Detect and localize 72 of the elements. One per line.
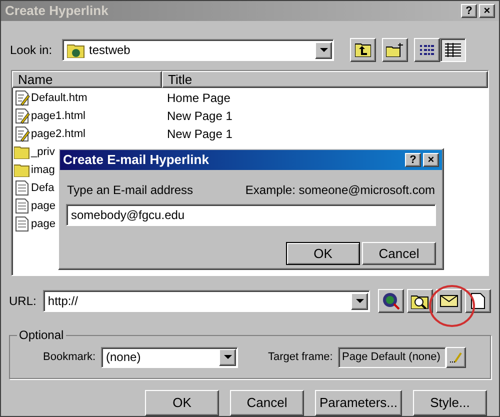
list-view-icon	[419, 44, 435, 56]
page-pencil-icon	[14, 108, 30, 124]
highlight-circle	[428, 284, 476, 328]
file-title: New Page 1	[166, 108, 232, 125]
email-button[interactable]	[436, 289, 462, 313]
file-name[interactable]: Default.htm	[31, 90, 88, 106]
new-folder-icon	[386, 43, 404, 57]
browse-file-button[interactable]	[407, 289, 433, 313]
url-value: http://	[48, 293, 79, 310]
details-view-icon	[445, 43, 461, 57]
file-name[interactable]: imag	[31, 162, 55, 178]
up-folder-button[interactable]	[350, 38, 376, 62]
bookmark-dropdown[interactable]: (none)	[101, 346, 238, 368]
folder-magnifier-icon	[411, 293, 429, 309]
file-title: New Page 1	[166, 126, 232, 143]
dialog-title: Create E-mail Hyperlink	[63, 151, 210, 170]
dropdown-button[interactable]	[219, 348, 236, 366]
file-name[interactable]: _priv	[31, 144, 55, 160]
page-icon	[14, 198, 30, 214]
file-title: Home Page	[166, 90, 230, 107]
caret-icon	[224, 355, 232, 359]
bookmark-label: Bookmark:	[43, 350, 97, 365]
column-header[interactable]: Title	[162, 71, 488, 88]
dialog-button[interactable]: Cancel	[230, 390, 304, 416]
dialog-button[interactable]: Style...	[413, 390, 487, 416]
email-example: Example: someone@microsoft.com	[245, 182, 435, 199]
window-title: Create Hyperlink	[5, 2, 110, 20]
web-folder-icon	[67, 42, 85, 58]
globe-magnifier-icon	[382, 292, 400, 310]
close-button[interactable]: ×	[423, 153, 439, 167]
dialog-button[interactable]: Cancel	[362, 242, 436, 265]
url-label: URL:	[9, 293, 38, 310]
target-frame-field: Page Default (none)	[338, 346, 446, 368]
help-button[interactable]: ?	[461, 4, 477, 18]
file-name[interactable]: Defa	[31, 180, 54, 196]
target-frame-label: Target frame:	[268, 350, 334, 365]
dialog-button[interactable]: OK	[286, 242, 360, 265]
file-name[interactable]: page1.html	[31, 108, 86, 124]
dropdown-button[interactable]	[351, 292, 368, 310]
page-icon	[14, 216, 30, 232]
dialog-button[interactable]: OK	[145, 390, 219, 416]
folder-icon	[14, 163, 30, 177]
look-in-label: Look in:	[10, 42, 54, 59]
url-field[interactable]: http://	[42, 290, 370, 312]
details-view-button[interactable]	[440, 38, 466, 62]
file-name[interactable]: page	[31, 198, 56, 214]
edit-target-button[interactable]	[446, 346, 466, 368]
page-pencil-icon	[14, 90, 30, 106]
look-in-value: testweb	[89, 42, 132, 59]
new-folder-button[interactable]	[382, 38, 408, 62]
page-pencil-icon	[14, 126, 30, 142]
caret-icon	[320, 48, 328, 52]
email-field[interactable]: somebody@fgcu.edu	[66, 204, 436, 226]
new-page-button[interactable]	[465, 289, 491, 313]
up-folder-icon	[355, 43, 371, 57]
look-in-dropdown[interactable]: testweb	[62, 39, 334, 61]
file-name[interactable]: page	[31, 216, 56, 232]
close-button[interactable]: ×	[479, 4, 495, 18]
email-prompt: Type an E-mail address	[67, 182, 194, 199]
dropdown-button[interactable]	[315, 42, 332, 58]
help-button[interactable]: ?	[405, 153, 421, 167]
file-name[interactable]: page2.html	[31, 126, 86, 142]
browse-web-button[interactable]	[378, 289, 404, 313]
envelope-icon	[440, 295, 458, 307]
folder-icon	[14, 145, 30, 159]
column-header[interactable]: Name	[12, 71, 162, 88]
list-view-button[interactable]	[414, 38, 440, 62]
bookmark-value: (none)	[106, 349, 142, 366]
page-icon	[14, 180, 30, 196]
caret-icon	[356, 299, 364, 303]
dialog-button[interactable]: Parameters...	[315, 390, 402, 416]
pencil-icon	[450, 351, 462, 363]
